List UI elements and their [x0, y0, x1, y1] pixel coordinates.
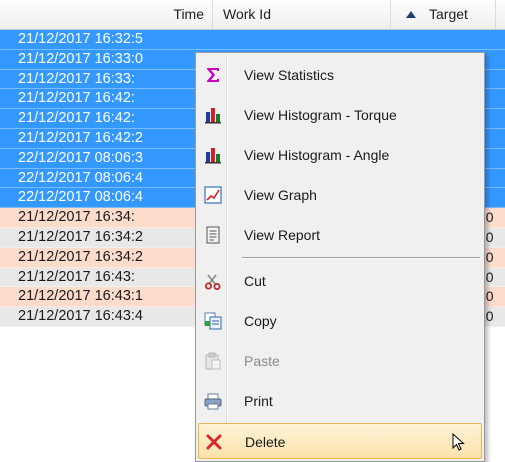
table-row[interactable]: 21/12/2017 16:32:5: [0, 30, 505, 50]
cell-time: 21/12/2017 16:34:2: [18, 248, 143, 265]
menu-item-paste[interactable]: Paste: [198, 343, 482, 379]
menu-item-view-histogram-angle[interactable]: View Histogram - Angle: [198, 137, 482, 173]
sigma-icon: [204, 66, 222, 84]
menu-item-delete[interactable]: Delete: [198, 423, 482, 459]
cell-time: 21/12/2017 16:43:4: [18, 308, 143, 325]
printer-icon: [204, 392, 222, 410]
menu-item-label: Delete: [245, 434, 286, 450]
report-icon: [204, 226, 222, 244]
graph-icon: [204, 186, 222, 204]
cell-time: 21/12/2017 16:33:: [18, 70, 135, 87]
menu-separator: [242, 257, 480, 259]
menu-item-label: Copy: [244, 313, 277, 329]
column-header-work-id[interactable]: Work Id: [213, 0, 391, 29]
menu-item-label: View Report: [244, 227, 321, 243]
cell-time: 21/12/2017 16:34:: [18, 209, 135, 226]
menu-item-print[interactable]: Print: [198, 383, 482, 419]
cell-time: 21/12/2017 16:42:: [18, 90, 135, 107]
cell-time: 21/12/2017 16:32:5: [18, 31, 143, 47]
menu-item-cut[interactable]: Cut: [198, 263, 482, 299]
menu-item-view-graph[interactable]: View Graph: [198, 177, 482, 213]
menu-item-view-report[interactable]: View Report: [198, 217, 482, 253]
cell-time: 22/12/2017 08:06:4: [18, 189, 143, 206]
cell-time: 21/12/2017 16:42:2: [18, 129, 143, 146]
copy-icon: [204, 312, 222, 330]
menu-item-view-histogram-torque[interactable]: View Histogram - Torque: [198, 97, 482, 133]
delete-icon: [205, 433, 223, 451]
histogram-icon: [204, 106, 222, 124]
menu-item-label: View Histogram - Angle: [244, 147, 390, 163]
grid-header: Time Work Id Target: [0, 0, 505, 30]
column-header-time[interactable]: Time: [0, 0, 213, 29]
menu-item-copy[interactable]: Copy: [198, 303, 482, 339]
menu-item-label: Cut: [244, 273, 266, 289]
context-menu: View Statistics View Histogram - Torque …: [195, 52, 485, 462]
scissors-icon: [204, 272, 222, 290]
column-header-next[interactable]: [495, 0, 505, 29]
cell-time: 21/12/2017 16:42:: [18, 110, 135, 127]
cell-time: 22/12/2017 08:06:3: [18, 149, 143, 166]
paste-icon: [204, 352, 222, 370]
cell-time: 21/12/2017 16:43:1: [18, 288, 143, 305]
cell-time: 21/12/2017 16:34:2: [18, 228, 143, 245]
menu-item-label: View Statistics: [244, 67, 334, 83]
menu-item-label: Paste: [244, 353, 280, 369]
menu-item-label: View Histogram - Torque: [244, 107, 397, 123]
menu-item-label: View Graph: [244, 187, 317, 203]
cell-time: 22/12/2017 08:06:4: [18, 169, 143, 186]
histogram-icon: [204, 146, 222, 164]
menu-item-view-statistics[interactable]: View Statistics: [198, 57, 482, 93]
cell-time: 21/12/2017 16:43:: [18, 268, 135, 285]
cell-time: 21/12/2017 16:33:0: [18, 50, 143, 67]
menu-item-label: Print: [244, 393, 273, 409]
column-header-target[interactable]: Target: [391, 0, 505, 29]
